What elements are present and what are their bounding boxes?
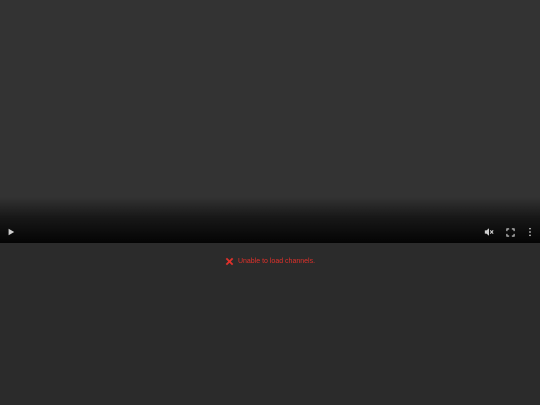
- error-message-text: Unable to load channels.: [237, 257, 316, 265]
- fullscreen-button[interactable]: [503, 225, 517, 239]
- play-button[interactable]: [4, 225, 18, 239]
- more-vertical-icon: [529, 227, 531, 237]
- page: Unable to load channels.: [0, 0, 540, 405]
- video-controls-bar: [0, 221, 540, 243]
- play-icon: [8, 228, 15, 236]
- volume-muted-icon: [484, 228, 494, 236]
- error-message-row: Unable to load channels.: [0, 254, 540, 268]
- fullscreen-icon: [505, 227, 515, 237]
- cross-icon: [225, 256, 235, 266]
- mute-button[interactable]: [482, 225, 496, 239]
- video-player[interactable]: [0, 0, 540, 243]
- more-options-button[interactable]: [523, 225, 537, 239]
